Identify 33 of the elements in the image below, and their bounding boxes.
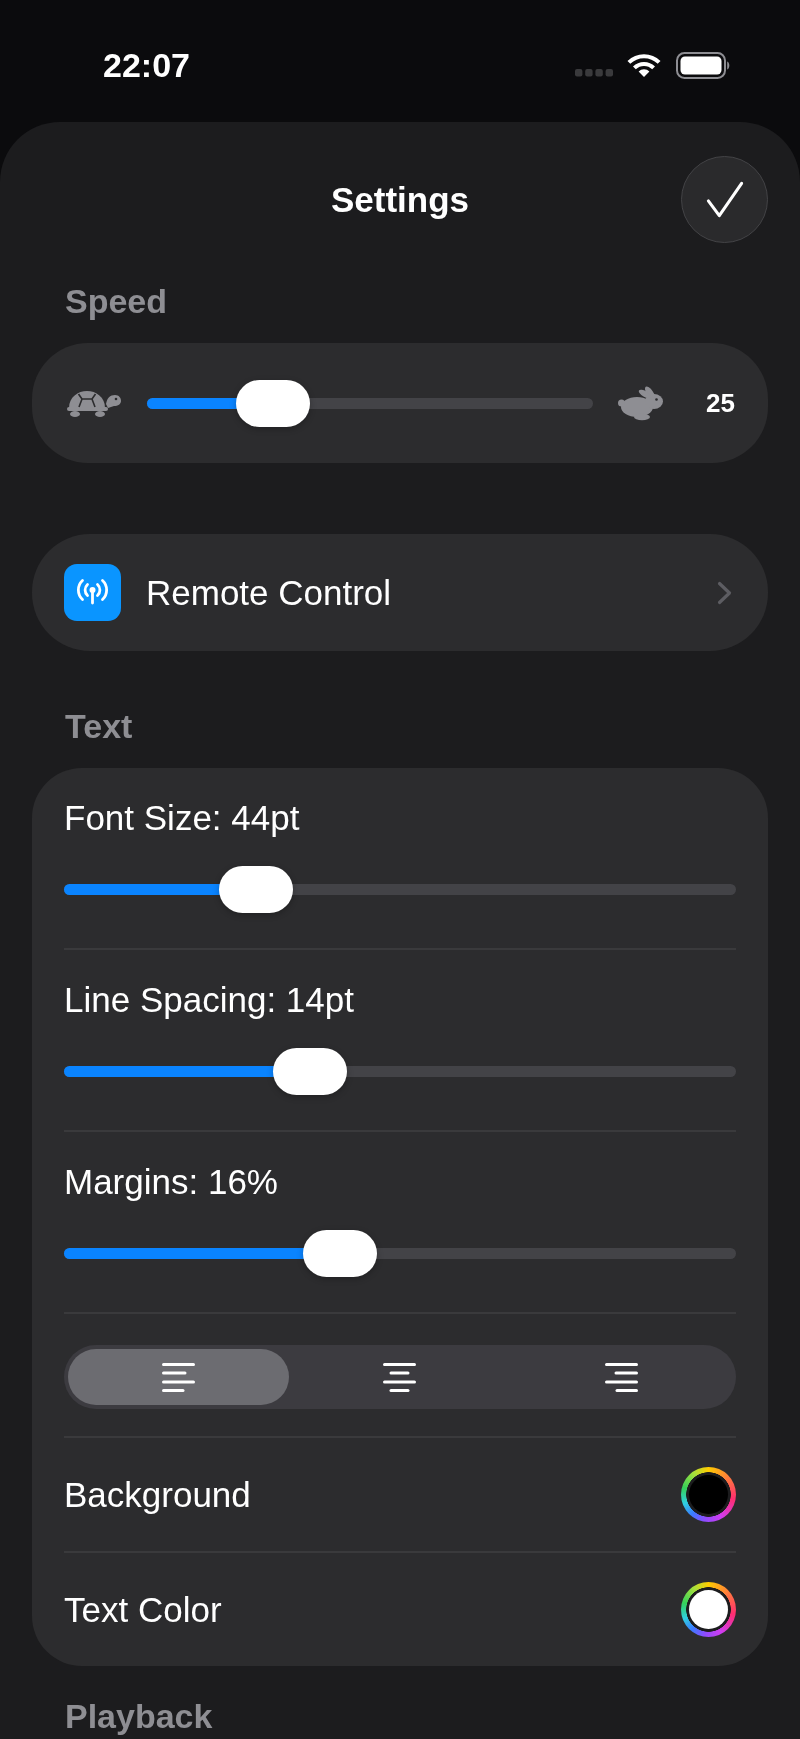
color-row-label: Text Color [64, 1589, 222, 1630]
slider-track[interactable] [147, 379, 594, 427]
slider-track[interactable] [64, 1048, 736, 1095]
section-header: Playback [65, 1696, 214, 1736]
slider-thumb[interactable] [236, 379, 311, 427]
sheet-title: Settings [330, 179, 470, 220]
signal-dots-icon [575, 69, 613, 77]
slider-thumb[interactable] [303, 1230, 378, 1277]
slider-thumb[interactable] [273, 1048, 348, 1095]
slider-label: Line Spacing: 14pt [64, 980, 355, 1020]
navigation-row[interactable]: Remote Control [32, 534, 768, 651]
speed-value: 25 [706, 388, 735, 418]
broadcast-icon [64, 564, 121, 621]
status-time: 22:07 [103, 45, 190, 85]
color-well[interactable] [681, 1467, 736, 1522]
section-header: Text [65, 706, 134, 746]
slider-track[interactable] [64, 866, 736, 913]
turtle-icon [66, 388, 122, 418]
color-well[interactable] [681, 1582, 736, 1637]
alignment-segment[interactable] [68, 1349, 290, 1405]
section-header: Speed [65, 281, 169, 321]
wifi-icon [627, 52, 661, 78]
slider-label: Font Size: 44pt [64, 798, 301, 838]
align-right-icon [604, 1362, 638, 1392]
slider-track[interactable] [64, 1230, 736, 1277]
battery-icon [676, 51, 730, 79]
align-center-icon [383, 1362, 417, 1392]
color-row-label: Background [64, 1474, 251, 1515]
chevron-icon [717, 580, 732, 605]
align-left-icon [162, 1362, 196, 1392]
slider-label: Margins: 16% [64, 1162, 279, 1202]
checkmark-icon [705, 180, 744, 219]
slider-thumb[interactable] [219, 866, 294, 913]
